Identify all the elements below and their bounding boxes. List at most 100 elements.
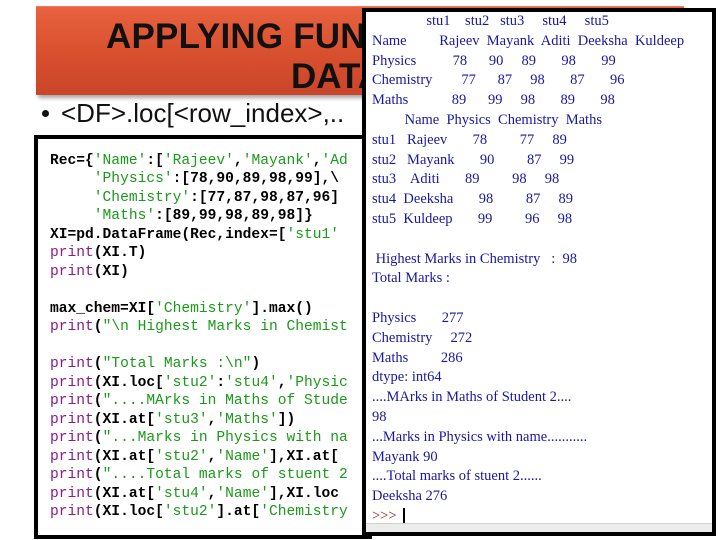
code-token: (	[93, 319, 103, 335]
code-token: (	[93, 467, 103, 483]
shell-output-line: Total Marks :	[372, 270, 450, 287]
code-token: print	[50, 393, 94, 409]
code-line: 'Chemistry':[77,87,98,87,96]	[50, 189, 348, 208]
code-token: 'stu2'	[163, 374, 217, 391]
code-editor-panel[interactable]: Rec={'Name':['Rajeev','Mayank','Ad 'Phys…	[34, 135, 372, 539]
code-token: (XI.at[	[93, 485, 156, 502]
code-token: print	[50, 448, 94, 465]
code-token: 'Ad	[321, 152, 348, 169]
shell-output-line: 98	[372, 408, 387, 425]
code-token: ],XI.loc	[268, 485, 340, 502]
code-token: :[77,87,98,87,96]	[190, 189, 340, 206]
shell-output-line: Maths 89 99 98 89 98	[372, 92, 615, 109]
shell-output: stu1 stu2 stu3 stu4 stu5 Name Rajeev Maya…	[372, 12, 684, 527]
code-token: (XI.loc[	[93, 504, 164, 520]
code-token: 'Mayank'	[242, 152, 313, 169]
shell-output-line: stu4 Deeksha 98 87 89	[372, 191, 573, 208]
shell-output-line: Name Physics Chemistry Maths	[372, 111, 602, 128]
code-line: print("....MArks in Maths of Stude	[50, 392, 348, 411]
code-line: 'Physics':[78,90,89,98,99],\	[50, 170, 348, 189]
code-token: 'stu2'	[155, 448, 208, 465]
code-token: ].max()	[251, 300, 313, 317]
code-token: "...Marks in Physics with na	[102, 430, 348, 446]
code-token: "\n Highest Marks in Chemist	[102, 319, 348, 335]
python-shell-panel[interactable]: stu1 stu2 stu3 stu4 stu5 Name Rajeev Maya…	[362, 8, 716, 536]
shell-prompt: >>>	[372, 507, 397, 524]
shell-output-line: Physics 277	[372, 309, 464, 326]
code-token: 'Maths'	[93, 208, 156, 224]
code-token: "Total Marks :\n"	[102, 356, 252, 372]
code-token: (XI)	[93, 263, 129, 280]
code-token: 'stu1'	[286, 226, 340, 243]
shell-output-line	[372, 289, 684, 309]
code-token: 'Physic	[286, 374, 348, 391]
code-line: print(XI.at['stu3','Maths'])	[50, 411, 348, 430]
code-editor-text[interactable]: Rec={'Name':['Rajeev','Mayank','Ad 'Phys…	[50, 139, 348, 522]
shell-output-line: dtype: int64	[372, 369, 442, 386]
code-token: 'Chemistry'	[155, 300, 252, 317]
shell-output-line: ....MArks in Maths of Student 2....	[372, 389, 572, 406]
code-token: "....Total marks of stuent 2	[102, 467, 348, 483]
code-token: ])	[277, 411, 296, 428]
code-token: 'Physics'	[93, 171, 173, 187]
code-line: print(XI.loc['stu2'].at['Chemistry	[50, 503, 348, 522]
code-token: 'Chemistry'	[93, 189, 191, 206]
shell-output-line: ....Total marks of stuent 2......	[372, 468, 542, 485]
code-token: (XI.at[	[93, 411, 156, 428]
code-line: print(XI.at['stu2','Name'],XI.at[	[50, 448, 348, 467]
code-token: print	[50, 374, 94, 391]
shell-output-line: stu2 Mayank 90 87 99	[372, 151, 575, 168]
shell-output-line: Deeksha 276	[372, 488, 448, 505]
code-token: 'Rajeev'	[163, 152, 234, 169]
code-line: print("Total Marks :\n")	[50, 355, 348, 374]
code-token: 'stu3'	[155, 411, 208, 428]
code-line: 'Maths':[89,99,98,89,98]}	[50, 207, 348, 226]
code-token: (	[93, 393, 103, 409]
shell-output-line: stu5 Kuldeep 99 96 98	[372, 210, 573, 227]
code-token: 'Chemistry	[260, 504, 348, 520]
shell-output-line: Maths 286	[372, 349, 463, 366]
code-token: print	[50, 263, 94, 280]
code-token: ].at[	[216, 504, 261, 520]
code-token: (XI.at[	[93, 448, 156, 465]
bullet-icon	[42, 109, 49, 117]
code-line: print(XI)	[50, 263, 348, 282]
code-line: print("....Total marks of stuent 2	[50, 466, 348, 485]
code-token: :[	[146, 152, 164, 169]
code-token: print	[50, 504, 94, 520]
code-token: :[78,90,89,98,99],\	[172, 171, 340, 187]
code-token: print	[50, 319, 94, 335]
code-token: 'Maths'	[216, 411, 278, 428]
shell-output-line: Physics 78 90 89 98 99	[372, 52, 616, 69]
code-token: (XI.T)	[93, 245, 147, 261]
code-line: print(XI.loc['stu2':'stu4','Physic	[50, 374, 348, 393]
shell-output-line: Name Rajeev Mayank Aditi Deeksha Kuldeep	[372, 32, 685, 49]
code-token: XI=pd.DataFrame(Rec,index=[	[50, 226, 287, 243]
code-line: print(XI.T)	[50, 244, 348, 263]
shell-output-line: stu3 Aditi 89 98 98	[372, 171, 560, 188]
shell-output-line: Chemistry 77 87 98 87 96	[372, 72, 625, 89]
code-token: ,	[312, 152, 322, 169]
code-token: ,	[233, 152, 243, 169]
code-token: print	[50, 430, 94, 446]
shell-output-line: stu1 stu2 stu3 stu4 stu5	[372, 13, 609, 29]
code-token: 'stu4'	[155, 485, 208, 502]
code-token: (	[93, 356, 103, 372]
code-token: 'Name'	[216, 485, 269, 502]
code-token: 'stu4'	[225, 374, 278, 391]
shell-output-line	[372, 230, 684, 250]
shell-output-line: stu1 Rajeev 78 77 89	[372, 131, 567, 148]
code-token: print	[50, 467, 94, 483]
code-line: print("...Marks in Physics with na	[50, 429, 348, 448]
shell-horizontal-scrollbar[interactable]	[366, 523, 712, 532]
code-line: print("\n Highest Marks in Chemist	[50, 318, 348, 337]
code-token: :	[216, 374, 226, 391]
code-token: print	[50, 411, 94, 428]
code-token: (	[93, 430, 103, 446]
code-token: 'Name'	[216, 448, 269, 465]
code-token: print	[50, 485, 94, 502]
